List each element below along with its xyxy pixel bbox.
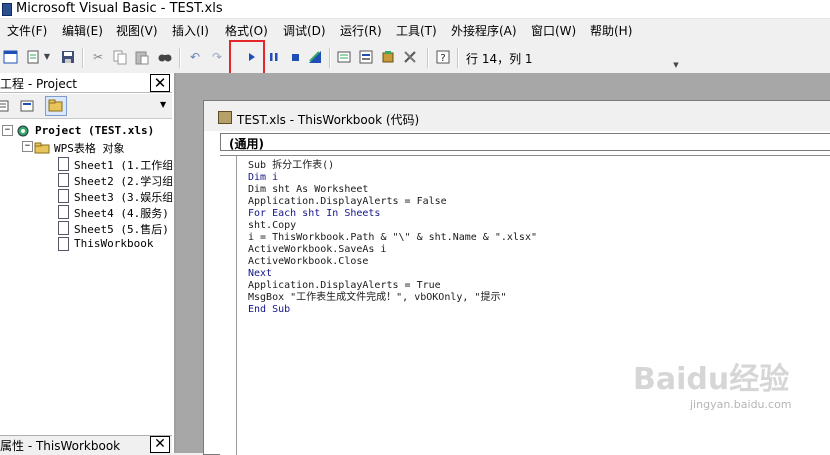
svg-text:?: ? <box>440 53 445 64</box>
code-line[interactable]: Dim i <box>248 172 278 184</box>
toggle-folders-icon[interactable] <box>45 96 67 116</box>
sheet-icon <box>58 189 69 203</box>
toolbar-separator <box>329 48 331 68</box>
code-line[interactable]: MsgBox "工作表生成文件完成！", vbOKOnly, "提示" <box>248 292 506 304</box>
properties-icon[interactable] <box>358 49 374 65</box>
code-line[interactable]: For Each sht In Sheets <box>248 208 380 220</box>
menu-file[interactable]: 文件(F) <box>7 22 47 39</box>
toolbar-separator <box>427 48 429 68</box>
project-tree: − Project (TEST.xls) − WPS表格 对象 Sheet1 (… <box>0 121 172 433</box>
menu-help[interactable]: 帮助(H) <box>590 22 632 39</box>
code-line[interactable]: Application.DisplayAlerts = True <box>248 280 441 292</box>
window-title: Microsoft Visual Basic - TEST.xls <box>16 1 223 16</box>
object-dropdown[interactable]: (通用) <box>220 133 830 151</box>
copy-icon[interactable] <box>112 49 128 65</box>
watermark-url: jingyan.baidu.com <box>690 398 792 411</box>
menu-window[interactable]: 窗口(W) <box>531 22 576 39</box>
sheet-icon <box>58 221 69 235</box>
toolbar-options-icon[interactable]: ▼ <box>671 57 681 73</box>
toolbar-separator <box>457 48 459 68</box>
project-explorer-icon[interactable] <box>336 49 352 65</box>
menu-edit[interactable]: 编辑(E) <box>62 22 103 39</box>
menu-insert[interactable]: 插入(I) <box>172 22 209 39</box>
stop-icon[interactable] <box>288 49 304 65</box>
menu-run[interactable]: 运行(R) <box>340 22 382 39</box>
tree-item-sheet4[interactable]: Sheet4 (4.服务) <box>74 205 169 221</box>
view-excel-icon[interactable] <box>3 49 19 65</box>
view-object-icon[interactable] <box>20 98 34 112</box>
menu-bar: 文件(F) 编辑(E) 视图(V) 插入(I) 格式(O) 调试(D) 运行(R… <box>0 19 830 41</box>
cursor-position: 行 14，列 1 <box>466 52 533 66</box>
code-line[interactable]: ActiveWorkbook.Close <box>248 256 368 268</box>
code-window-title: TEST.xls - ThisWorkbook (代码) <box>237 113 420 127</box>
paste-icon[interactable] <box>134 49 150 65</box>
project-panel-header: 工程 - Project ✕ <box>0 73 172 93</box>
tree-folder-objects[interactable]: WPS表格 对象 <box>54 140 125 156</box>
code-line[interactable]: sht.Copy <box>248 220 296 232</box>
save-icon[interactable] <box>60 49 76 65</box>
code-line[interactable]: i = ThisWorkbook.Path & "\" & sht.Name &… <box>248 232 537 244</box>
baidu-watermark: Baidu经验 jingyan.baidu.com <box>610 354 810 439</box>
tree-item-sheet2[interactable]: Sheet2 (2.学习组 <box>74 173 172 189</box>
close-icon[interactable]: ✕ <box>150 74 170 92</box>
insert-module-icon[interactable] <box>26 49 42 65</box>
tree-item-thisworkbook[interactable]: ThisWorkbook <box>74 237 153 250</box>
tree-item-sheet1[interactable]: Sheet1 (1.工作组 <box>74 157 172 173</box>
cut-icon[interactable]: ✂ <box>90 49 106 65</box>
watermark-brand: Baidu经验 <box>633 362 790 397</box>
toolbox-icon[interactable] <box>402 49 418 65</box>
properties-panel-title: 属性 - ThisWorkbook <box>0 439 121 453</box>
redo-icon[interactable]: ↷ <box>209 49 225 65</box>
object-browser-icon[interactable] <box>380 49 396 65</box>
code-line[interactable]: Application.DisplayAlerts = False <box>248 196 447 208</box>
vba-project-icon <box>16 123 30 137</box>
code-line[interactable]: ActiveWorkbook.SaveAs i <box>248 244 386 256</box>
tree-item-sheet5[interactable]: Sheet5 (5.售后) <box>74 221 169 237</box>
properties-panel-header: 属性 - ThisWorkbook ✕ <box>0 435 172 454</box>
code-line[interactable]: Next <box>248 268 272 280</box>
toolbar-separator <box>82 48 84 68</box>
chevron-down-icon[interactable]: ▼ <box>160 100 166 109</box>
margin-indicator-bar[interactable] <box>220 156 237 455</box>
collapse-icon[interactable]: − <box>22 141 33 152</box>
sheet-icon <box>58 173 69 187</box>
code-line[interactable]: Sub 拆分工作表() <box>248 160 334 172</box>
sheet-icon <box>58 157 69 171</box>
collapse-icon[interactable]: − <box>2 125 13 136</box>
folder-icon <box>34 139 50 154</box>
project-panel-toolbar: ▼ <box>0 94 172 119</box>
code-window-title-bar: TEST.xls - ThisWorkbook (代码) <box>204 101 830 131</box>
close-icon[interactable]: ✕ <box>150 436 170 453</box>
chevron-down-icon[interactable]: ▼ <box>43 49 51 65</box>
tree-project-root[interactable]: Project (TEST.xls) <box>35 124 154 137</box>
tree-item-sheet3[interactable]: Sheet3 (3.娱乐组 <box>74 189 172 205</box>
object-dropdown-value: (通用) <box>229 137 264 151</box>
menu-tools[interactable]: 工具(T) <box>396 22 437 39</box>
workbook-icon <box>58 237 69 251</box>
title-bar: Microsoft Visual Basic - TEST.xls <box>0 0 830 19</box>
code-line[interactable]: End Sub <box>248 304 290 316</box>
menu-debug[interactable]: 调试(D) <box>283 22 326 39</box>
find-icon[interactable] <box>157 49 173 65</box>
code-window-icon <box>218 111 232 124</box>
menu-addins[interactable]: 外接程序(A) <box>451 22 517 39</box>
menu-format[interactable]: 格式(O) <box>225 22 268 39</box>
standard-toolbar: ▼ ✂ ↶ ↷ ? ▼ <box>0 43 830 74</box>
project-explorer-panel: 工程 - Project ✕ ▼ − Project (TEST.xls) − … <box>0 73 176 454</box>
code-line[interactable]: Dim sht As Worksheet <box>248 184 368 196</box>
help-icon[interactable]: ? <box>435 49 451 65</box>
menu-view[interactable]: 视图(V) <box>116 22 158 39</box>
design-mode-icon[interactable] <box>307 49 323 65</box>
toolbar-separator <box>179 48 181 68</box>
view-code-icon[interactable] <box>0 98 10 112</box>
undo-icon[interactable]: ↶ <box>187 49 203 65</box>
vba-app-icon <box>2 3 12 16</box>
project-panel-title: 工程 - Project <box>0 77 78 91</box>
pause-icon[interactable] <box>266 49 282 65</box>
sheet-icon <box>58 205 69 219</box>
